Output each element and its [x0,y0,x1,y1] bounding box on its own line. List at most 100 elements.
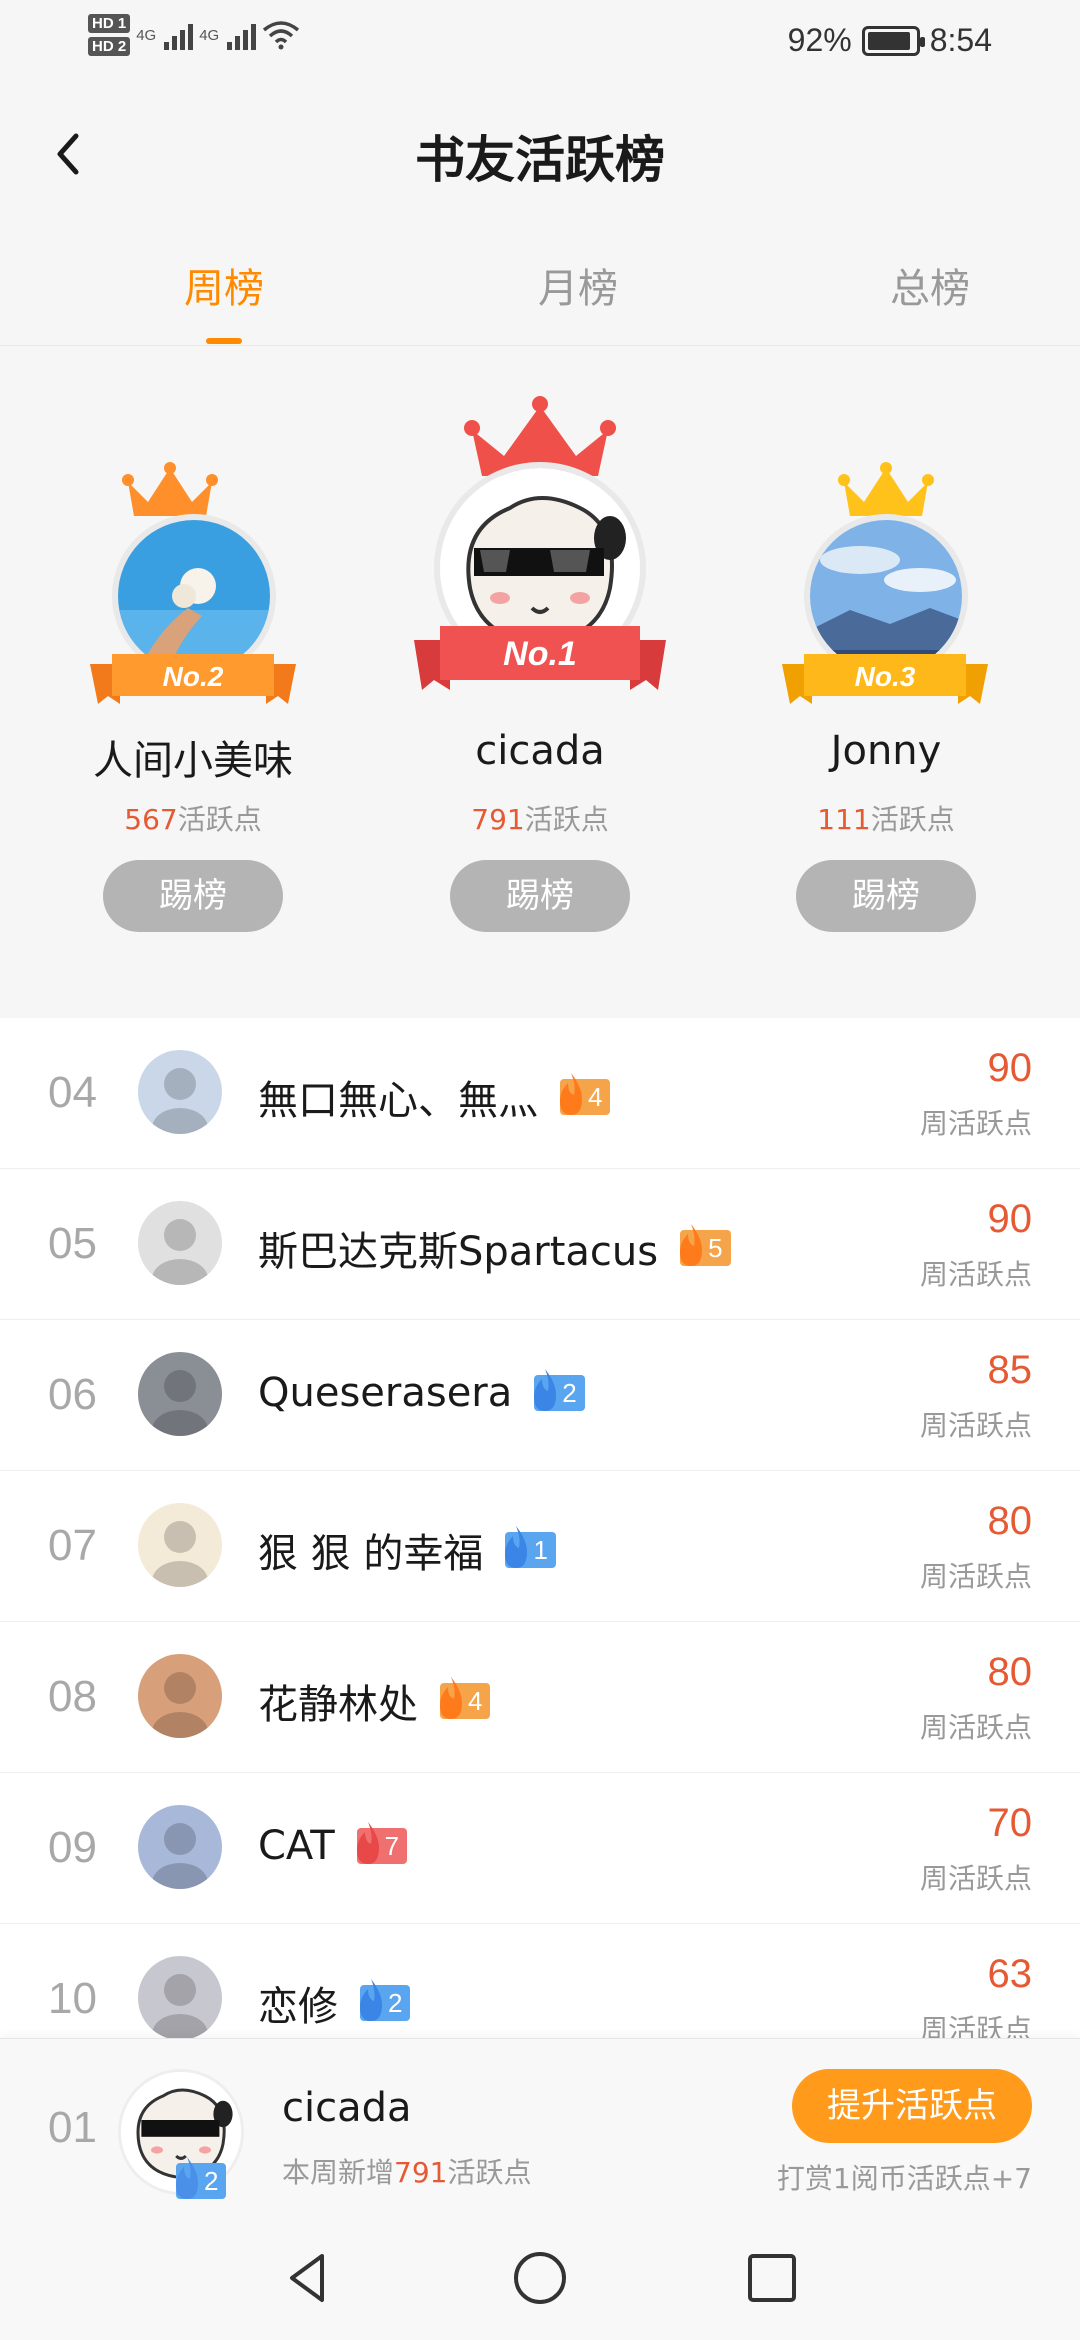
weekly-score-unit: 周活跃点 [919,1409,1032,1442]
boost-activity-button[interactable]: 提升活跃点 [792,2069,1032,2143]
rank-number: 09 [48,1823,97,1872]
list-item[interactable]: 09 CAT 7 70 周活跃点 [0,1773,1080,1924]
my-rank-bar: 01 2 cicada 本周新增791活跃点 提升活跃点 打赏1阅币活跃点+7 [0,2038,1080,2216]
place-label: No.2 [163,661,224,692]
score-value: 791 [471,803,525,836]
level-badge: 7 [356,1822,408,1864]
user-name: 恋修 [258,1984,338,2030]
weekly-score-unit: 周活跃点 [919,1560,1032,1593]
kick-button[interactable]: 踢榜 [796,860,976,932]
flame-icon [356,1822,379,1864]
user-name: 狠 狠 的幸福 [258,1531,484,1577]
signal-icon [164,20,194,50]
my-weekly-gain: 本周新增791活跃点 [282,2151,531,2191]
avatar[interactable] [138,1805,222,1889]
weekly-score-unit: 周活跃点 [919,1107,1032,1140]
level-badge: 2 [360,1979,411,2021]
user-name-line: Queserasera 2 [258,1369,585,1416]
rank-number: 05 [48,1219,97,1268]
podium-score: 791活跃点 [380,798,700,838]
level-badge: 4 [440,1677,491,1719]
kick-button[interactable]: 踢榜 [103,860,283,932]
level-value: 4 [468,1685,483,1716]
rank-number: 10 [48,1974,97,2023]
level-value: 2 [388,1987,403,2018]
user-name: CAT [258,1823,335,1869]
level-value: 1 [533,1534,548,1565]
level-badge: 2 [176,2157,227,2199]
desc-prefix: 本周新增 [282,2156,395,2189]
header: 书友活跃榜 [0,84,1080,224]
weekly-score: 80 [987,1499,1033,1543]
user-name-line: 恋修 2 [258,1974,411,2032]
nav-recents-icon[interactable] [742,2248,802,2308]
page-title: 书友活跃榜 [415,131,665,189]
rank-ribbon: No.1 [414,626,666,690]
level-badge: 5 [680,1224,731,1266]
user-name: 斯巴达克斯Spartacus [258,1229,659,1275]
user-name-line: CAT 7 [258,1822,408,1869]
score-value: 111 [817,803,871,836]
hd1-indicator: HD 1 [88,14,131,33]
list-item[interactable]: 05 斯巴达克斯Spartacus 5 90 周活跃点 [0,1169,1080,1320]
weekly-score: 70 [987,1801,1033,1845]
podium-name: Jonny [830,728,942,774]
clock: 8:54 [929,22,992,58]
ranking-list[interactable]: 04 無口無心、無灬 4 90 周活跃点 05 斯巴达克斯Spartacus 5… [0,1018,1080,2038]
tab-weekly[interactable]: 周榜 [124,256,324,314]
avatar[interactable] [138,1503,222,1587]
podium-score: 111活跃点 [726,798,1046,838]
list-item[interactable]: 08 花静林处 4 80 周活跃点 [0,1622,1080,1773]
wifi-icon [263,21,300,50]
rank-number: 08 [48,1672,97,1721]
crown-icon [838,462,934,516]
score-unit: 活跃点 [524,803,609,836]
tab-monthly[interactable]: 月榜 [478,256,678,314]
level-badge: 1 [505,1526,556,1568]
weekly-score-unit: 周活跃点 [919,1711,1032,1744]
user-name: 花静林处 [258,1682,418,1728]
status-right: 92% 8:54 [788,22,992,59]
avatar[interactable] [138,1201,222,1285]
tab-total[interactable]: 总榜 [830,256,1030,314]
podium-name: cicada [475,728,605,774]
system-nav-bar [0,2216,1080,2340]
weekly-score: 90 [987,1046,1033,1090]
network-type-2: 4G [199,26,220,44]
rank-number: 07 [48,1521,97,1570]
flame-icon [560,1073,582,1115]
avatar[interactable] [138,1050,222,1134]
weekly-score: 85 [987,1348,1033,1392]
avatar[interactable] [138,1956,222,2038]
flame-icon [440,1677,462,1719]
nav-back-icon[interactable] [278,2248,338,2308]
signal-icon [227,20,257,50]
user-name: Queserasera [258,1370,513,1416]
user-name-line: 花静林处 4 [258,1672,491,1730]
kick-button[interactable]: 踢榜 [450,860,630,932]
level-badge: 4 [560,1073,611,1115]
nav-home-icon[interactable] [510,2248,570,2308]
desc-suffix: 活跃点 [447,2156,532,2189]
level-value: 7 [384,1830,400,1861]
list-item[interactable]: 06 Queserasera 2 85 周活跃点 [0,1320,1080,1471]
level-badge: 2 [534,1369,585,1411]
boost-note: 打赏1阅币活跃点+7 [776,2162,1032,2195]
level-value: 2 [204,2165,219,2196]
rank-ribbon: No.3 [782,654,988,704]
user-name-line: 無口無心、無灬 4 [258,1068,611,1126]
desc-num: 791 [394,2156,448,2189]
status-bar: HD 1 HD 2 4G 4G 92% 8:54 [0,0,1080,84]
list-item[interactable]: 10 恋修 2 63 周活跃点 [0,1924,1080,2038]
avatar[interactable] [138,1654,222,1738]
list-item[interactable]: 07 狠 狠 的幸福 1 80 周活跃点 [0,1471,1080,1622]
status-left: HD 1 HD 2 4G 4G [88,14,300,56]
list-item[interactable]: 04 無口無心、無灬 4 90 周活跃点 [0,1018,1080,1169]
rank-number: 06 [48,1370,97,1419]
avatar[interactable] [138,1352,222,1436]
place-label: No.1 [503,635,577,673]
podium-name: 人间小美味 [93,738,293,784]
level-value: 5 [708,1232,723,1263]
hd2-indicator: HD 2 [88,37,131,56]
level-value: 2 [562,1377,577,1408]
